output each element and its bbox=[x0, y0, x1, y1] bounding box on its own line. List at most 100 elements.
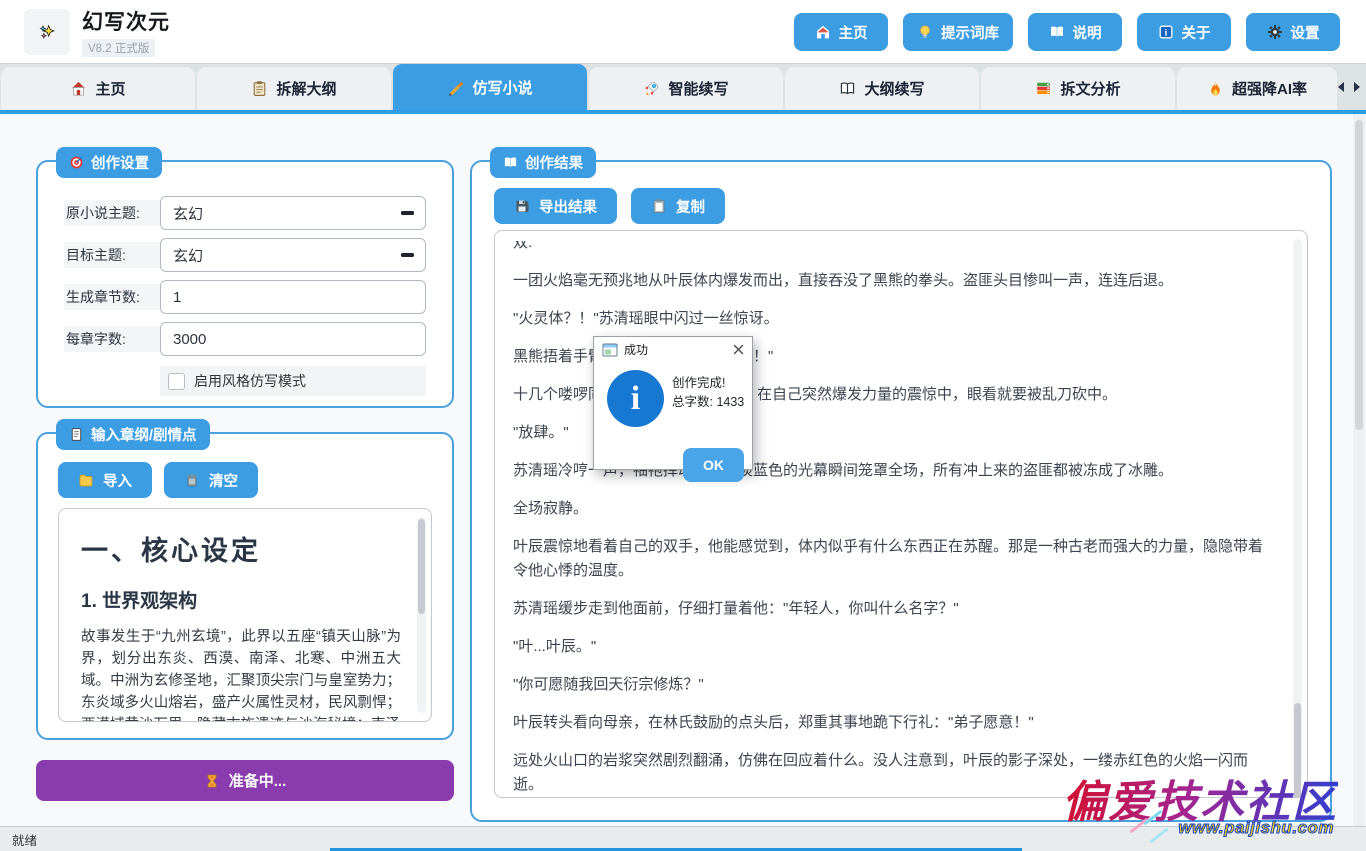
book-icon bbox=[1049, 24, 1065, 40]
tab-outline-parse[interactable]: 拆解大纲 bbox=[197, 67, 391, 110]
result-paragraph: "你可愿随我回天衍宗修炼？" bbox=[513, 673, 1273, 697]
tab-scroll-left-icon[interactable] bbox=[1338, 82, 1344, 92]
tab-article-analysis[interactable]: 拆文分析 bbox=[981, 67, 1175, 110]
success-dialog-titlebar[interactable]: 成功 bbox=[594, 337, 752, 362]
outline-heading: 一、核心设定 bbox=[81, 529, 401, 568]
clipboard-icon bbox=[251, 80, 268, 97]
tab-home[interactable]: 主页 bbox=[1, 67, 195, 110]
status-text: 就绪 bbox=[12, 830, 37, 849]
tab-smart-continue[interactable]: 智能续写 bbox=[589, 67, 783, 110]
info-badge-icon: i bbox=[1158, 24, 1174, 40]
settings-fields: 原小说主题:玄幻目标主题:玄幻生成章节数:1每章字数:3000 bbox=[38, 162, 452, 356]
field-value: 玄幻 bbox=[173, 203, 203, 224]
field-value: 3000 bbox=[173, 331, 206, 348]
result-paragraph: "火灵体？！"苏清瑶眼中闪过一丝惊讶。 bbox=[513, 307, 1273, 331]
app-version-badge: V8.2 正式版 bbox=[82, 39, 155, 57]
header-button-help[interactable]: 说明 bbox=[1028, 13, 1122, 51]
target-icon bbox=[69, 155, 84, 170]
bulb-icon bbox=[917, 24, 933, 40]
creation-result-panel: 创作结果 导出结果 复制 双:一团火焰毫无预兆地从叶辰体内爆发而出，直接吞没 bbox=[470, 160, 1332, 822]
fire-icon bbox=[1207, 80, 1224, 97]
tab-scroll-right-icon[interactable] bbox=[1354, 82, 1360, 92]
header-button-prompts[interactable]: 提示词库 bbox=[903, 13, 1013, 51]
success-dialog: 成功 i 创作完成! 总字数: 1433 OK bbox=[593, 336, 753, 470]
app-header: 幻写次元 V8.2 正式版 主页 提示词库 说明 i 关于 设置 bbox=[0, 0, 1366, 64]
result-clipped-line: 双: bbox=[513, 241, 1273, 254]
clear-button-label: 清空 bbox=[209, 470, 238, 491]
field-label: 每章字数: bbox=[64, 326, 160, 352]
outline-body-text: 故事发生于“九州玄境”，此界以五座“镇天山脉”为界，划分出东炎、西漠、南泽、北寒… bbox=[81, 626, 401, 722]
creation-settings-title: 创作设置 bbox=[91, 152, 149, 173]
field-value: 1 bbox=[173, 289, 181, 306]
open-book-icon bbox=[839, 80, 856, 97]
info-icon: i bbox=[607, 370, 664, 427]
memo-icon bbox=[69, 427, 84, 442]
tab-label: 大纲续写 bbox=[864, 78, 924, 99]
floppy-icon bbox=[514, 198, 530, 214]
style-imitate-row: 启用风格仿写模式 bbox=[160, 366, 426, 396]
header-button-label: 设置 bbox=[1291, 22, 1320, 43]
copy-button[interactable]: 复制 bbox=[631, 188, 725, 224]
tab-reduce-ai[interactable]: 超强降AI率 bbox=[1177, 67, 1337, 110]
field-label: 原小说主题: bbox=[64, 200, 160, 226]
creation-result-title: 创作结果 bbox=[525, 152, 583, 173]
header-button-settings[interactable]: 设置 bbox=[1246, 13, 1340, 51]
outline-toolbar: 导入 清空 bbox=[58, 462, 452, 498]
result-paragraph: 叶辰震惊地看着自己的双手，他能感觉到，体内似乎有什么东西正在苏醒。那是一种古老而… bbox=[513, 535, 1273, 583]
header-button-home[interactable]: 主页 bbox=[794, 13, 888, 51]
words-per-chapter-input[interactable]: 3000 bbox=[160, 322, 426, 356]
dropdown-indicator-icon bbox=[401, 253, 414, 257]
header-button-about[interactable]: i 关于 bbox=[1137, 13, 1231, 51]
tab-label: 主页 bbox=[95, 78, 125, 99]
app-window: 幻写次元 V8.2 正式版 主页提示词库说明i关于设置 主页拆解大纲仿写小说智能… bbox=[0, 0, 1366, 851]
result-paragraph: 苏清瑶缓步走到他面前，仔细打量着他："年轻人，你叫什么名字？" bbox=[513, 597, 1273, 621]
target-theme-select[interactable]: 玄幻 bbox=[160, 238, 426, 272]
outline-scrollbar-thumb[interactable] bbox=[418, 519, 425, 614]
tab-label: 仿写小说 bbox=[472, 77, 532, 98]
header-button-label: 说明 bbox=[1073, 22, 1102, 43]
success-dialog-title: 成功 bbox=[624, 341, 648, 358]
export-result-button[interactable]: 导出结果 bbox=[494, 188, 617, 224]
books-icon bbox=[1035, 80, 1052, 97]
svg-text:i: i bbox=[1164, 29, 1167, 39]
outline-subheading: 1. 世界观架构 bbox=[81, 586, 401, 613]
tab-imitate-novel[interactable]: 仿写小说 bbox=[393, 64, 587, 110]
dialog-message-line2: 总字数: 1433 bbox=[672, 393, 744, 412]
import-button[interactable]: 导入 bbox=[58, 462, 152, 498]
field-row-chapter-count: 生成章节数:1 bbox=[64, 280, 426, 314]
header-button-label: 关于 bbox=[1182, 22, 1211, 43]
app-title-block: 幻写次元 V8.2 正式版 bbox=[82, 6, 170, 57]
close-icon[interactable] bbox=[733, 344, 744, 355]
creation-settings-panel: 创作设置 原小说主题:玄幻目标主题:玄幻生成章节数:1每章字数:3000 启用风… bbox=[36, 160, 454, 408]
outline-scrollbar bbox=[417, 517, 426, 713]
watermark-url: www.paijishu.com bbox=[1178, 818, 1334, 838]
clear-button[interactable]: 清空 bbox=[164, 462, 258, 498]
source-theme-select[interactable]: 玄幻 bbox=[160, 196, 426, 230]
trash-icon bbox=[184, 472, 200, 488]
generate-button-label: 准备中... bbox=[229, 770, 287, 791]
tab-outline-continue[interactable]: 大纲续写 bbox=[785, 67, 979, 110]
window-scrollbar-thumb[interactable] bbox=[1355, 120, 1363, 430]
outline-textarea[interactable]: 一、核心设定 1. 世界观架构 故事发生于“九州玄境”，此界以五座“镇天山脉”为… bbox=[58, 508, 432, 722]
result-scrollbar bbox=[1293, 239, 1302, 789]
window-icon bbox=[602, 342, 618, 358]
header-button-label: 提示词库 bbox=[941, 22, 999, 43]
tab-scroll-controls bbox=[1338, 82, 1360, 92]
creation-settings-badge: 创作设置 bbox=[56, 147, 162, 178]
chapter-count-input[interactable]: 1 bbox=[160, 280, 426, 314]
open-book-white-icon bbox=[503, 155, 518, 170]
ok-button[interactable]: OK bbox=[683, 448, 744, 482]
generate-button[interactable]: 准备中... bbox=[36, 760, 454, 801]
hourglass-icon bbox=[204, 773, 220, 789]
style-imitate-checkbox[interactable] bbox=[168, 373, 185, 390]
app-logo bbox=[24, 9, 70, 55]
import-button-label: 导入 bbox=[103, 470, 132, 491]
field-row-words-per-chapter: 每章字数: 3000 bbox=[64, 322, 426, 356]
dropdown-indicator-icon bbox=[401, 211, 414, 215]
tab-label: 智能续写 bbox=[668, 78, 728, 99]
field-value: 玄幻 bbox=[173, 245, 203, 266]
folder-icon bbox=[78, 472, 94, 488]
result-text: 双:一团火焰毫无预兆地从叶辰体内爆发而出，直接吞没了黑熊的拳头。盗匪头目惨叫一声… bbox=[513, 241, 1273, 797]
result-textarea[interactable]: 双:一团火焰毫无预兆地从叶辰体内爆发而出，直接吞没了黑熊的拳头。盗匪头目惨叫一声… bbox=[494, 230, 1308, 798]
result-paragraph: 双: bbox=[513, 241, 1273, 254]
